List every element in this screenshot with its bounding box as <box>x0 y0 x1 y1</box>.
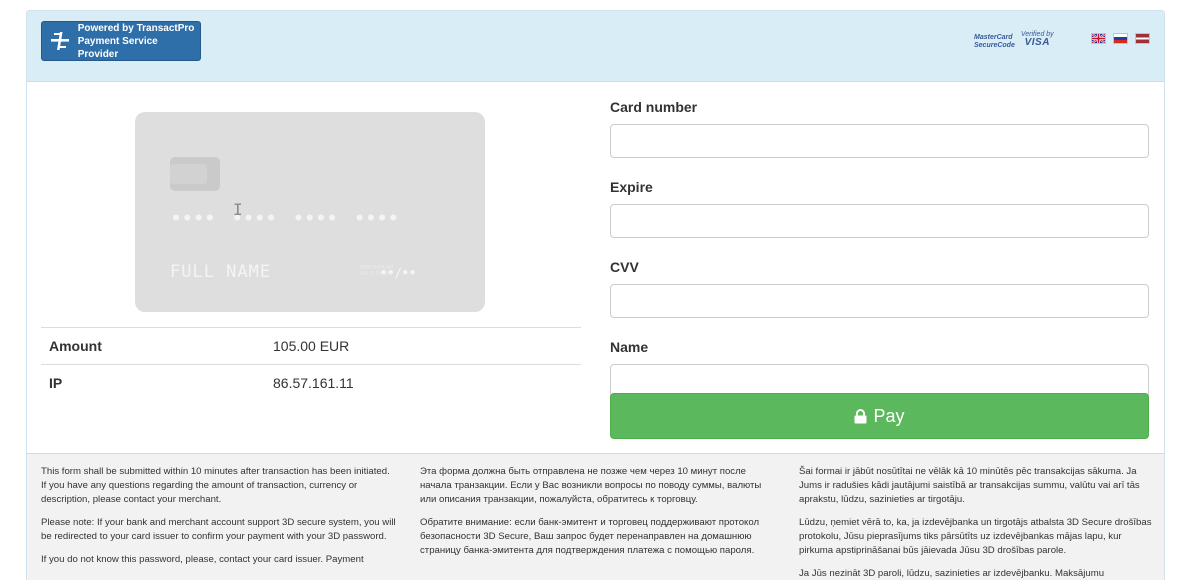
table-row: IP 86.57.161.11 <box>41 364 581 402</box>
card-preview: •••• •••• •••• •••• I FULL NAME MONTH/YE… <box>135 112 485 312</box>
cvv-input[interactable] <box>610 284 1149 318</box>
expire-input[interactable] <box>610 204 1149 238</box>
footer-notes-en: This form shall be submitted within 10 m… <box>41 465 396 576</box>
payment-form: Card number Expire CVV Name <box>610 97 1150 417</box>
card-number-input[interactable] <box>610 124 1149 158</box>
uk-flag-icon[interactable] <box>1091 33 1106 44</box>
amount-label: Amount <box>41 327 265 365</box>
verified-by-visa-logo: Verified by VISA <box>1021 31 1054 48</box>
brand-line1: Powered by TransactPro <box>77 22 195 34</box>
transactpro-badge[interactable]: Powered by TransactPro Payment Service P… <box>41 21 201 61</box>
card-preview-number: •••• •••• •••• •••• <box>171 209 400 229</box>
payment-panel: Powered by TransactPro Payment Service P… <box>26 10 1165 580</box>
note-en-3: If you do not know this password, please… <box>41 554 364 565</box>
note-en-1: This form shall be submitted within 10 m… <box>41 466 390 505</box>
footer-notes: This form shall be submitted within 10 m… <box>27 453 1164 580</box>
brand-line2: Payment Service Provider <box>77 35 158 60</box>
lock-icon <box>854 408 867 424</box>
pay-button-label: Pay <box>873 405 905 426</box>
note-lv-1: Šai formai ir jābūt nosūtītai ne vēlāk k… <box>799 466 1140 505</box>
header-bar: Powered by TransactPro Payment Service P… <box>27 11 1164 82</box>
ru-flag-icon[interactable] <box>1113 33 1128 44</box>
visa-line2: VISA <box>1024 37 1050 48</box>
note-en-2: Please note: If your bank and merchant a… <box>41 517 396 542</box>
note-lv-3: Ja Jūs nezināt 3D paroli, lūdzu, sazinie… <box>799 568 1105 579</box>
mastercard-line1: MasterCard <box>974 34 1013 41</box>
expire-label: Expire <box>610 179 653 195</box>
pay-button[interactable]: Pay <box>610 393 1149 439</box>
note-lv-2: Lūdzu, ņemiet vērā to, ka, ja izdevējban… <box>799 517 1152 556</box>
name-label: Name <box>610 339 649 355</box>
footer-notes-lv: Šai formai ir jābūt nosūtītai ne vēlāk k… <box>799 465 1154 580</box>
text-cursor-icon: I <box>233 200 243 219</box>
language-switcher <box>1091 33 1150 44</box>
card-number-label: Card number <box>610 99 698 115</box>
transaction-info-table: Amount 105.00 EUR IP 86.57.161.11 <box>41 327 581 402</box>
card-preview-expiry: ••/•• <box>380 266 417 280</box>
brand-text: Powered by TransactPro Payment Service P… <box>78 22 200 61</box>
mastercard-line2: SecureCode <box>974 42 1015 49</box>
security-logos: MasterCard SecureCode Verified by VISA <box>974 31 1054 50</box>
mastercard-securecode-logo: MasterCard SecureCode <box>974 34 1015 50</box>
transactpro-logo-icon <box>42 21 78 61</box>
ip-label: IP <box>41 364 265 402</box>
cvv-label: CVV <box>610 259 639 275</box>
card-chip-icon <box>170 157 220 191</box>
ip-value: 86.57.161.11 <box>265 364 581 402</box>
note-ru-1: Эта форма должна быть отправлена не позж… <box>420 466 762 505</box>
lv-flag-icon[interactable] <box>1135 33 1150 44</box>
footer-notes-ru: Эта форма должна быть отправлена не позж… <box>420 465 775 567</box>
card-preview-name: FULL NAME <box>170 262 272 282</box>
table-row: Amount 105.00 EUR <box>41 327 581 365</box>
amount-value: 105.00 EUR <box>265 327 581 365</box>
note-ru-2: Обратите внимание: если банк-эмитент и т… <box>420 517 760 556</box>
